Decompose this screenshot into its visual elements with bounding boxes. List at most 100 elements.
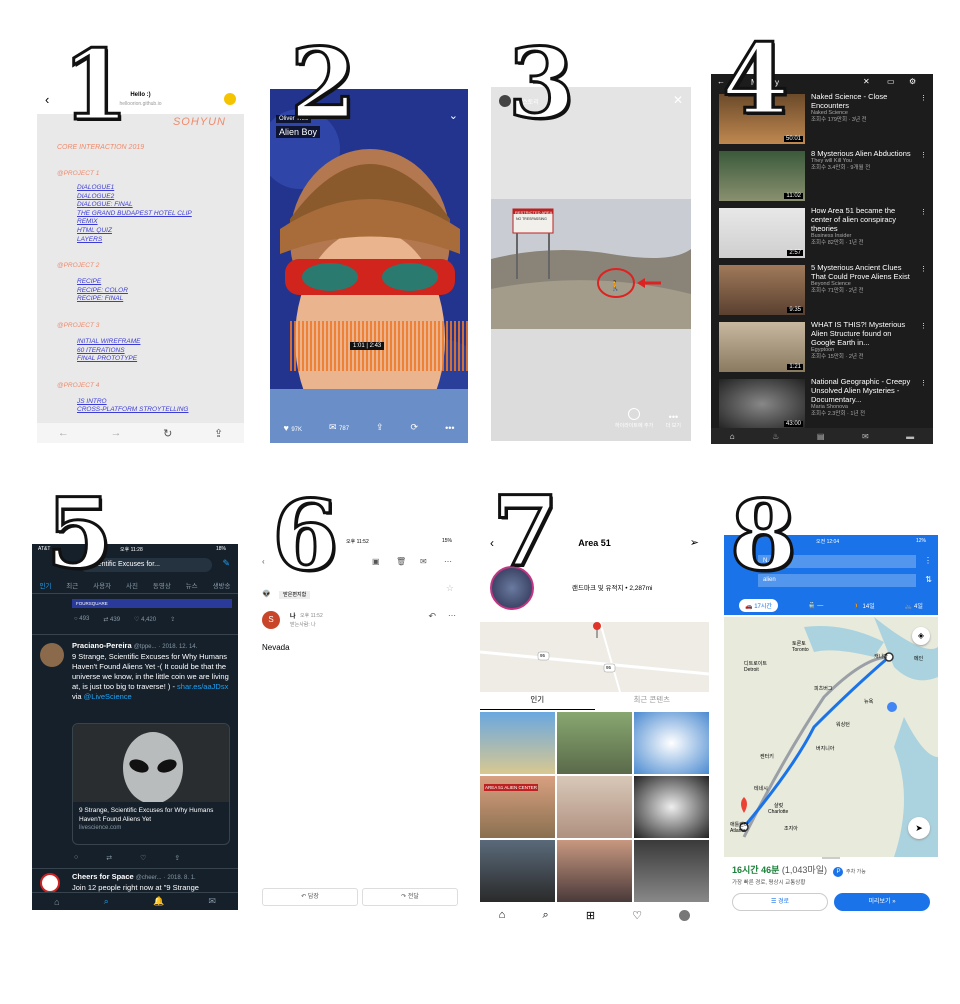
inbox-icon[interactable]: ✉ bbox=[862, 432, 869, 441]
star-icon[interactable]: ☆ bbox=[446, 583, 454, 594]
share-icon[interactable]: ⇪ bbox=[170, 616, 175, 623]
tab-recent[interactable]: 최근 콘텐츠 bbox=[595, 694, 710, 710]
more-button[interactable]: ••• 더 보기 bbox=[666, 412, 681, 429]
activity-icon[interactable]: ♡ bbox=[632, 909, 642, 922]
library-icon[interactable]: ▬ bbox=[906, 432, 914, 441]
more-vert-icon[interactable]: ⋮ bbox=[924, 556, 932, 565]
search-icon[interactable]: ⌕ bbox=[104, 896, 109, 907]
project-link[interactable]: JS INTRO bbox=[77, 398, 107, 405]
more-vert-icon[interactable]: ⋮ bbox=[920, 265, 927, 318]
tab-photos[interactable]: 사진 bbox=[126, 580, 138, 593]
photo-thumbnail[interactable] bbox=[557, 712, 632, 774]
archive-icon[interactable]: ▣ bbox=[372, 557, 380, 566]
filter-icon[interactable]: ⚙ bbox=[909, 77, 916, 86]
trending-icon[interactable]: ♨ bbox=[772, 432, 779, 441]
avatar[interactable] bbox=[40, 643, 64, 667]
comment-button[interactable]: ✉ 787 bbox=[329, 422, 349, 433]
like-count[interactable]: ♡ 4,420 bbox=[134, 616, 156, 623]
home-icon[interactable]: ⌂ bbox=[499, 909, 506, 921]
route-map[interactable] bbox=[724, 617, 938, 857]
more-vert-icon[interactable]: ⋮ bbox=[920, 151, 927, 204]
share-icon[interactable]: ⇪ bbox=[174, 854, 180, 862]
more-vert-icon[interactable]: ⋮ bbox=[920, 322, 927, 375]
profile-avatar[interactable] bbox=[679, 909, 691, 921]
reply-icon[interactable]: ○ bbox=[74, 854, 78, 862]
home-icon[interactable]: ⌂ bbox=[730, 432, 735, 441]
close-icon[interactable]: ✕ bbox=[673, 93, 683, 107]
back-arrow-icon[interactable]: ← bbox=[58, 427, 69, 439]
more-icon[interactable]: ⋯ bbox=[444, 557, 452, 566]
inbox-label[interactable]: 받은편지함 bbox=[279, 591, 311, 599]
forward-button[interactable]: ↷ 전달 bbox=[362, 888, 458, 906]
more-icon[interactable]: ⋯ bbox=[448, 611, 456, 620]
forward-arrow-icon[interactable]: → bbox=[110, 427, 121, 439]
delete-icon[interactable]: 🗑 bbox=[396, 557, 406, 566]
photo-thumbnail[interactable] bbox=[634, 776, 709, 838]
recipient[interactable]: 받는사람: 나 bbox=[290, 621, 316, 628]
photo-thumbnail[interactable] bbox=[634, 712, 709, 774]
share-icon[interactable]: ⇪ bbox=[376, 422, 384, 433]
tab-live[interactable]: 생방송 bbox=[213, 580, 231, 593]
project-link[interactable]: REMIX bbox=[77, 218, 98, 225]
reload-icon[interactable]: ↻ bbox=[163, 427, 172, 440]
home-icon[interactable]: ⌂ bbox=[54, 897, 59, 907]
project-link[interactable]: INITIAL WIREFRAME bbox=[77, 338, 140, 345]
like-icon[interactable]: ♡ bbox=[140, 854, 146, 862]
tab-top[interactable]: 인기 bbox=[480, 694, 595, 710]
retweet-count[interactable]: ⇄ 439 bbox=[103, 616, 120, 623]
photo-thumbnail[interactable]: AREA 51 ALIEN CENTER bbox=[480, 776, 555, 838]
tab-news[interactable]: 뉴스 bbox=[186, 580, 198, 593]
close-icon[interactable]: ✕ bbox=[863, 77, 870, 86]
photo-thumbnail[interactable] bbox=[480, 712, 555, 774]
video-item[interactable]: 1:21 WHAT IS THIS?! Mysterious Alien Str… bbox=[711, 320, 933, 377]
video-item[interactable]: 9:35 5 Mysterious Ancient Clues That Cou… bbox=[711, 263, 933, 320]
photo-thumbnail[interactable] bbox=[557, 776, 632, 838]
steps-button[interactable]: ☰ 경로 bbox=[732, 893, 828, 911]
reply-icon[interactable]: ↶ bbox=[428, 611, 436, 622]
project-link[interactable]: DIALOGUE1 bbox=[77, 184, 114, 191]
compose-icon[interactable]: ✎ bbox=[222, 558, 230, 569]
project-link[interactable]: LAYERS bbox=[77, 236, 102, 243]
add-highlight-button[interactable]: 하이라이트에 추가 bbox=[615, 408, 653, 429]
project-link[interactable]: RECIPE bbox=[77, 278, 101, 285]
subscriptions-icon[interactable]: ▤ bbox=[817, 432, 825, 441]
messages-icon[interactable]: ✉ bbox=[208, 896, 216, 907]
project-link[interactable]: 60 ITERATIONS bbox=[77, 347, 125, 354]
project-link[interactable]: HTML QUIZ bbox=[77, 227, 112, 234]
preview-button[interactable]: 미리보기 » bbox=[834, 893, 930, 911]
mode-transit[interactable]: 🚆 — bbox=[808, 602, 823, 609]
video-item[interactable]: 43:00 National Geographic - Creepy Unsol… bbox=[711, 377, 933, 429]
project-link[interactable]: DIALOGUE2 bbox=[77, 193, 114, 200]
project-link[interactable]: FINAL PROTOTYPE bbox=[77, 355, 137, 362]
more-vert-icon[interactable]: ⋮ bbox=[920, 379, 927, 427]
avatar[interactable] bbox=[40, 873, 60, 893]
mode-cycling[interactable]: 🚲 4일 bbox=[905, 601, 923, 610]
tab-videos[interactable]: 동영상 bbox=[153, 580, 171, 593]
tweet[interactable]: Praciano-Pereira @tppe... · 2018. 12. 14… bbox=[32, 634, 238, 859]
map-preview[interactable] bbox=[480, 622, 709, 692]
photo-thumbnail[interactable] bbox=[634, 840, 709, 902]
avatar[interactable]: S bbox=[262, 611, 280, 629]
mail-icon[interactable]: ✉ bbox=[420, 557, 427, 566]
back-icon[interactable]: ‹ bbox=[262, 557, 265, 566]
project-link[interactable]: THE GRAND BUDAPEST HOTEL CLIP bbox=[77, 210, 192, 217]
search-icon[interactable]: ⌕ bbox=[542, 909, 548, 922]
repost-icon[interactable]: ⟳ bbox=[411, 422, 419, 433]
drag-handle[interactable] bbox=[822, 857, 840, 859]
more-vert-icon[interactable]: ⋮ bbox=[920, 94, 927, 147]
layers-icon[interactable]: ◈ bbox=[912, 627, 930, 645]
photo-thumbnail[interactable] bbox=[557, 840, 632, 902]
mode-driving[interactable]: 🚗 17시간 bbox=[739, 598, 778, 612]
add-post-icon[interactable]: ⊞ bbox=[586, 909, 595, 922]
video-item[interactable]: 11:02 8 Mysterious Alien Abductions They … bbox=[711, 149, 933, 206]
retweet-icon[interactable]: ⇄ bbox=[106, 854, 112, 862]
photo-thumbnail[interactable] bbox=[480, 840, 555, 902]
more-icon[interactable]: ••• bbox=[445, 423, 454, 433]
tweet[interactable]: Cheers for Space @cheer... · 2018. 8. 1.… bbox=[32, 868, 238, 893]
tweet-mention[interactable]: @LiveScience bbox=[84, 692, 132, 701]
send-icon[interactable]: ➢ bbox=[690, 536, 699, 549]
link-card[interactable]: 9 Strange, Scientific Excuses for Why Hu… bbox=[72, 723, 230, 845]
notifications-icon[interactable]: 🔔 bbox=[153, 896, 164, 907]
chevron-down-icon[interactable]: ⌄ bbox=[449, 109, 458, 122]
reply-count[interactable]: ○ 493 bbox=[74, 616, 89, 623]
